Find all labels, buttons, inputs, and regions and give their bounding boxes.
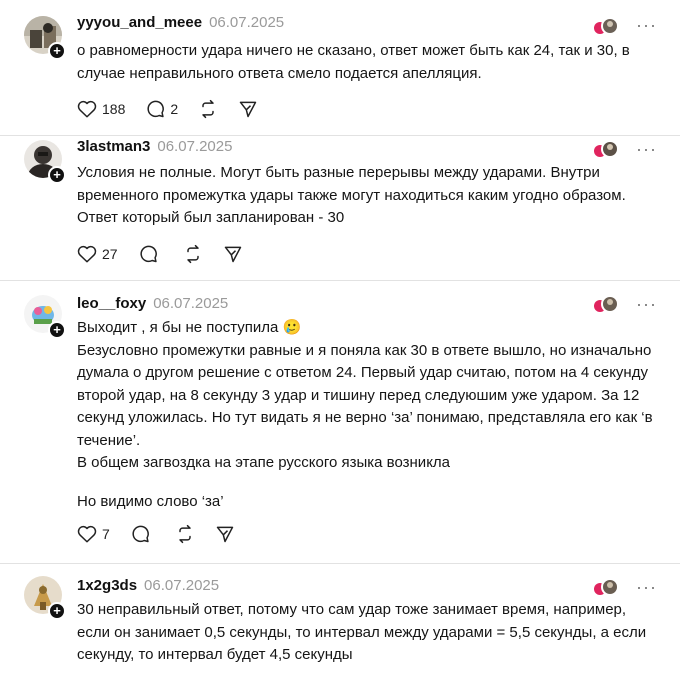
reply-count: 2 bbox=[170, 101, 179, 117]
comment-body: о равномерности удара ничего не сказано,… bbox=[77, 40, 657, 85]
post-date: 06.07.2025 bbox=[209, 14, 285, 31]
liked-by-avatars bbox=[592, 578, 620, 598]
comment-bubble-icon bbox=[132, 525, 149, 543]
comment-text: Выходит , я бы не поступила 🥲 Безусловно… bbox=[77, 319, 653, 471]
more-dots-icon[interactable]: ··· bbox=[636, 140, 657, 158]
reply-button[interactable] bbox=[130, 524, 155, 544]
more-dots-icon[interactable]: ··· bbox=[636, 16, 657, 34]
send-icon bbox=[224, 246, 241, 263]
avatar[interactable]: + bbox=[24, 295, 66, 339]
divider bbox=[0, 280, 680, 281]
more-dots-icon[interactable]: ··· bbox=[636, 295, 657, 313]
share-button[interactable] bbox=[238, 99, 258, 119]
like-count: 7 bbox=[102, 526, 110, 542]
follow-plus-icon[interactable]: + bbox=[48, 42, 66, 60]
share-button[interactable] bbox=[223, 244, 243, 264]
more-dots-icon[interactable]: ··· bbox=[636, 578, 657, 596]
heart-icon bbox=[77, 100, 97, 118]
username[interactable]: 3lastman3 bbox=[77, 138, 150, 155]
reply-button[interactable]: 2 bbox=[145, 99, 178, 119]
follow-plus-icon[interactable]: + bbox=[48, 321, 66, 339]
share-button[interactable] bbox=[215, 524, 235, 544]
reply-button[interactable] bbox=[138, 244, 163, 264]
repost-button[interactable] bbox=[175, 524, 195, 544]
action-bar: 7 bbox=[77, 523, 255, 545]
follow-plus-icon[interactable]: + bbox=[48, 166, 66, 184]
comment-bubble-icon bbox=[147, 100, 165, 118]
repost-icon bbox=[179, 524, 191, 544]
like-button[interactable]: 188 bbox=[77, 100, 125, 118]
post-date: 06.07.2025 bbox=[153, 295, 229, 312]
like-button[interactable]: 27 bbox=[77, 245, 118, 263]
repost-button[interactable] bbox=[183, 244, 203, 264]
avatar[interactable]: + bbox=[24, 16, 66, 60]
like-count: 188 bbox=[102, 101, 126, 117]
comment-text: Но видимо слово ‘за’ bbox=[77, 492, 224, 510]
heart-icon bbox=[77, 525, 97, 543]
avatar[interactable]: + bbox=[24, 140, 66, 184]
avatar[interactable]: + bbox=[24, 576, 66, 620]
send-icon bbox=[216, 526, 234, 543]
send-icon bbox=[239, 101, 257, 118]
action-bar: 188 2 bbox=[77, 98, 278, 120]
divider bbox=[0, 563, 680, 564]
like-count: 27 bbox=[102, 246, 118, 262]
liked-by-avatars bbox=[592, 140, 620, 160]
heart-icon bbox=[77, 245, 97, 263]
post-date: 06.07.2025 bbox=[157, 138, 233, 155]
comment-text: Условия не полные. Могут быть разные пер… bbox=[77, 164, 630, 226]
comment-text: о равномерности удара ничего не сказано,… bbox=[77, 42, 634, 82]
comment-body: Условия не полные. Могут быть разные пер… bbox=[77, 162, 657, 230]
comment-bubble-icon bbox=[140, 245, 157, 263]
action-bar: 27 bbox=[77, 243, 263, 265]
liked-by-avatars bbox=[592, 17, 620, 37]
repost-icon bbox=[202, 99, 214, 119]
comment-body: Выходит , я бы не поступила 🥲 Безусловно… bbox=[77, 317, 657, 513]
post-date: 06.07.2025 bbox=[144, 577, 220, 594]
username[interactable]: leo__foxy bbox=[77, 295, 146, 312]
follow-plus-icon[interactable]: + bbox=[48, 602, 66, 620]
username[interactable]: yyyou_and_meee bbox=[77, 14, 202, 31]
comment-body: 30 неправильный ответ, потому что сам уд… bbox=[77, 599, 657, 667]
repost-icon bbox=[186, 244, 199, 264]
repost-button[interactable] bbox=[198, 99, 218, 119]
comment-text: 30 неправильный ответ, потому что сам уд… bbox=[77, 601, 651, 663]
divider bbox=[0, 135, 680, 136]
liked-by-avatars bbox=[592, 295, 620, 315]
username[interactable]: 1x2g3ds bbox=[77, 577, 137, 594]
like-button[interactable]: 7 bbox=[77, 525, 110, 543]
